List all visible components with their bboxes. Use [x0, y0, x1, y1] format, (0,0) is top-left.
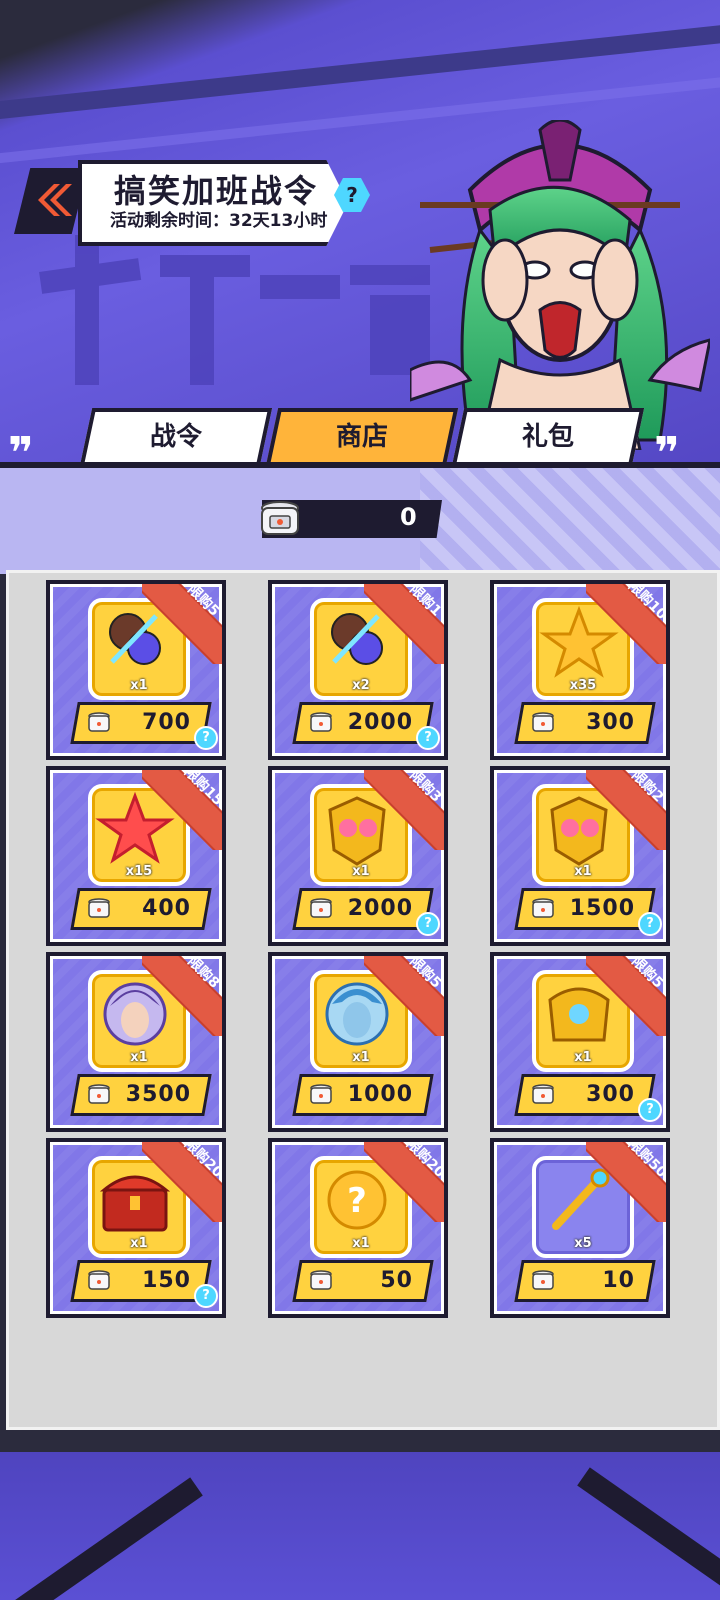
item-quantity: x1	[574, 1050, 592, 1065]
double-chevron-left-icon	[38, 184, 72, 216]
decor-slash	[0, 13, 720, 125]
rice-cooker-icon	[310, 1084, 332, 1104]
item-info-icon[interactable]: ?	[416, 726, 440, 750]
rice-cooker-icon	[261, 501, 299, 535]
purchase-limit-ribbon: 限购15	[142, 770, 222, 850]
rice-cooker-icon	[88, 1270, 110, 1290]
item-quantity: x1	[130, 678, 148, 693]
item-quantity: x15	[125, 864, 153, 879]
tab-shop[interactable]: 商店	[265, 408, 459, 466]
shop-item-card[interactable]: ? x1 限购20 50	[268, 1138, 448, 1318]
rice-cooker-icon	[88, 712, 110, 732]
item-quantity: x1	[574, 864, 592, 879]
item-quantity: x35	[569, 678, 597, 693]
shop-item-card[interactable]: x1 限购3 2000?	[268, 766, 448, 946]
item-info-icon[interactable]: ?	[416, 912, 440, 936]
item-info-icon[interactable]: ?	[638, 1098, 662, 1122]
shop-item-card[interactable]: x35 限购10 300	[490, 580, 670, 760]
tab-battle-pass[interactable]: 战令	[79, 408, 273, 466]
purchase-limit-ribbon: 限购3	[364, 770, 444, 850]
purchase-limit-ribbon: 限购5	[586, 956, 666, 1036]
rice-cooker-icon	[310, 898, 332, 918]
back-button[interactable]	[14, 168, 88, 234]
tab-label: 战令	[149, 422, 202, 452]
purchase-limit-ribbon: 限购1	[364, 584, 444, 664]
tab-gift-pack[interactable]: 礼包	[451, 408, 645, 466]
item-quantity: x1	[130, 1236, 148, 1251]
item-quantity: x1	[130, 1050, 148, 1065]
shop-item-card[interactable]: x1 限购5 1000	[268, 952, 448, 1132]
shop-item-card[interactable]: x1 限购5 300?	[490, 952, 670, 1132]
rice-cooker-icon	[532, 1270, 554, 1290]
rice-cooker-icon	[88, 898, 110, 918]
tab-label: 礼包	[521, 422, 574, 452]
rice-cooker-icon	[88, 1084, 110, 1104]
bottom-background	[0, 1430, 720, 1600]
shop-item-card[interactable]: x1 限购8 3500	[46, 952, 226, 1132]
item-info-icon[interactable]: ?	[194, 1284, 218, 1308]
purchase-limit-ribbon: 限购5	[142, 584, 222, 664]
item-quantity: x1	[352, 1236, 370, 1251]
shop-item-card[interactable]: x5 限购50 10	[490, 1138, 670, 1318]
shop-item-card[interactable]: x1 限购20 150?	[46, 1138, 226, 1318]
currency-value: 0	[400, 503, 417, 531]
rice-cooker-icon	[310, 1270, 332, 1290]
event-banner: 搞笑加班战令 活动剩余时间：32天13小时	[14, 160, 348, 246]
shop-item-card[interactable]: x1 限购5 700?	[46, 580, 226, 760]
item-quantity: x2	[352, 678, 370, 693]
purchase-limit-ribbon: 限购20	[142, 1142, 222, 1222]
rice-cooker-icon	[532, 1084, 554, 1104]
purchase-limit-ribbon: 限购8	[142, 956, 222, 1036]
event-timer: 活动剩余时间：32天13小时	[110, 211, 328, 231]
item-info-icon[interactable]: ?	[194, 726, 218, 750]
background-lettering	[39, 235, 430, 385]
purchase-limit-ribbon: 限购50	[586, 1142, 666, 1222]
shop-item-card[interactable]: x2 限购1 2000?	[268, 580, 448, 760]
rice-cooker-icon	[532, 712, 554, 732]
purchase-limit-ribbon: 限购2	[586, 770, 666, 850]
shop-item-card[interactable]: x1 限购2 1500?	[490, 766, 670, 946]
purchase-limit-ribbon: 限购10	[586, 584, 666, 664]
item-quantity: x1	[352, 1050, 370, 1065]
tab-label: 商店	[335, 422, 388, 452]
item-quantity: x5	[574, 1236, 592, 1251]
rice-cooker-icon	[310, 712, 332, 732]
purchase-limit-ribbon: 限购5	[364, 956, 444, 1036]
rice-cooker-icon	[532, 898, 554, 918]
tab-bar: 战令 商店 礼包	[0, 400, 720, 470]
item-quantity: x1	[352, 864, 370, 879]
shop-item-card[interactable]: x15 限购15 400	[46, 766, 226, 946]
item-info-icon[interactable]: ?	[638, 912, 662, 936]
purchase-limit-ribbon: 限购20	[364, 1142, 444, 1222]
